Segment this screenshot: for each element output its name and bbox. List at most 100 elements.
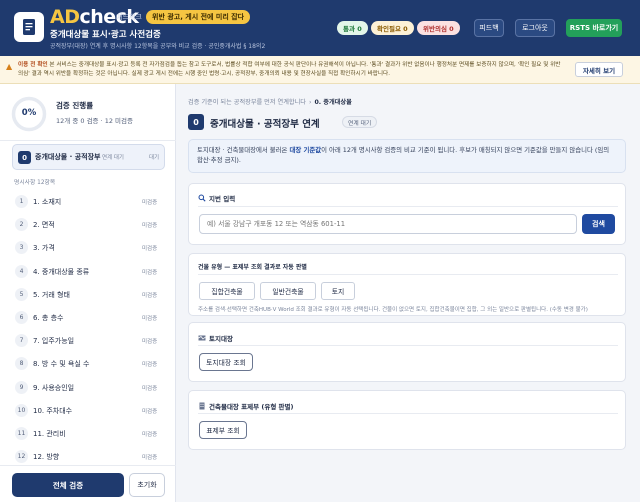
sidebar-item[interactable]: 4 4. 중개대상물 종류 미검증 — [12, 260, 165, 283]
run-all-button[interactable]: 전체 검증 — [12, 473, 124, 497]
type-option-land[interactable]: 토지 — [321, 282, 355, 300]
search-button[interactable]: 검색 — [582, 214, 615, 234]
section-title: 중개대상물 · 공적장부 연계 — [210, 119, 320, 130]
main-content: 검증 기준이 되는 공적장부를 먼저 연계합니다 › 0. 중개대상물 0 중개대상… — [176, 84, 640, 502]
progress-card: 0% 검증 진행률 12개 중 0 검증 · 12 미검증 — [10, 93, 166, 137]
sidebar-item[interactable]: 8 8. 방 수 및 욕실 수 미검증 — [12, 352, 165, 375]
sidebar-item-status: 미검증 — [142, 362, 158, 369]
check-count-badge: 확인필요 0 — [371, 21, 414, 35]
sidebar-item-status: 미검증 — [142, 339, 158, 346]
sidebar-item-status: 대기 — [149, 155, 160, 161]
sidebar-item[interactable]: 3 3. 가격 미검증 — [12, 236, 165, 259]
step-number: 8 — [15, 357, 28, 371]
building-ledger-card: 건축물대장 표제부 (유형 판별) 표제부 조회 — [188, 390, 626, 450]
land-ledger-lookup-button[interactable]: 토지대장 조회 — [199, 353, 253, 371]
progress-percent: 0% — [21, 108, 37, 118]
app-header: ADcheck 애드체크 위반 광고, 게시 전에 미리 잡다 중개대상물 표시… — [0, 0, 640, 56]
progress-summary: 12개 중 0 검증 · 12 미검증 — [56, 117, 134, 125]
sidebar-item-label: 12. 방향 — [33, 453, 60, 462]
step-number: 3 — [15, 241, 28, 255]
sidebar-item[interactable]: 6 6. 총 층수 미검증 — [12, 306, 165, 329]
breadcrumb: 검증 기준이 되는 공적장부를 먼저 연계합니다 › 0. 중개대상물 — [188, 99, 352, 106]
step-number: 0 — [188, 114, 204, 130]
sidebar-item-status: 미검증 — [142, 269, 158, 276]
sidebar-item-property[interactable]: 0 중개대상물 · 공적장부 연계 대기 대기 — [12, 144, 165, 170]
address-card-title: 지번 입력 — [198, 193, 235, 203]
sidebar-item-list: 1 1. 소재지 미검증 2 2. 면적 미검증 3 3. 가격 미검증 4 4. 중개대상물 종류… — [12, 190, 165, 468]
reset-button[interactable]: 초기화 — [129, 473, 165, 497]
building-ledger-title: 건축물대장 표제부 (유형 판별) — [198, 401, 294, 411]
address-card: 지번 입력 검색 — [188, 183, 626, 245]
sidebar-item-label: 1. 소재지 — [33, 198, 62, 206]
sidebar-item-label: 7. 입주가능일 — [33, 337, 75, 346]
rsts-link-button[interactable]: RSTS 바로가기 — [566, 19, 622, 37]
divider — [198, 206, 618, 207]
divider — [198, 413, 618, 414]
sidebar-item-label: 5. 거래 형태 — [33, 290, 70, 299]
address-input[interactable] — [199, 214, 577, 234]
violation-count-badge: 위반의심 0 — [417, 21, 460, 35]
brand-subtitle: 애드체크 — [116, 13, 142, 21]
type-option-general[interactable]: 일반건축물 — [260, 282, 316, 300]
sidebar-item-status: 미검증 — [142, 223, 158, 230]
step-number: 9 — [15, 380, 28, 394]
sidebar-item-label: 3. 가격 — [33, 244, 55, 253]
sidebar-item-status: 미검증 — [142, 408, 158, 415]
feedback-button[interactable]: 피드백 — [474, 19, 504, 37]
type-option-collective[interactable]: 집합건축물 — [199, 282, 255, 300]
sidebar-item-status: 미검증 — [142, 315, 158, 322]
sidebar-item[interactable]: 1 1. 소재지 미검증 — [12, 190, 165, 213]
step-number: 2 — [15, 218, 28, 232]
land-ledger-title: 토지대장 — [198, 333, 233, 343]
map-icon — [198, 335, 206, 341]
sidebar-item[interactable]: 10 10. 주차대수 미검증 — [12, 399, 165, 422]
sidebar-item-status: 미검증 — [142, 455, 158, 462]
land-ledger-card: 토지대장 토지대장 조회 — [188, 322, 626, 382]
divider — [198, 274, 618, 275]
sidebar-item-label: 8. 방 수 및 욕실 수 — [33, 360, 90, 369]
step-number: 4 — [15, 264, 28, 278]
section-label: 명시사항 12항목 — [14, 180, 56, 186]
step-number: 11 — [15, 426, 28, 440]
sidebar-item[interactable]: 5 5. 거래 형태 미검증 — [12, 283, 165, 306]
sidebar-item[interactable]: 2 2. 면적 미검증 — [12, 213, 165, 236]
building-icon — [199, 402, 205, 410]
step-number: 7 — [15, 334, 28, 348]
search-icon — [198, 194, 206, 202]
step-number: 10 — [15, 403, 28, 417]
sidebar-item-status: 미검증 — [142, 200, 158, 206]
progress-title: 검증 진행률 — [56, 101, 94, 110]
sidebar-item-label: 2. 면적 — [33, 221, 55, 230]
notice-banner: ▲ 이용 전 확인 본 서비스는 중개대상물 표시·광고 등록 전 자가점검을 … — [0, 56, 640, 84]
sidebar-item-label: 중개대상물 · 공적장부 — [35, 153, 101, 161]
divider — [0, 140, 176, 141]
divider — [0, 465, 176, 466]
tagline-badge: 위반 광고, 게시 전에 미리 잡다 — [146, 10, 251, 24]
header-description: 공적장부(대장) 연계 후 명시사항 12항목을 공부와 비교 검증 · 공인중… — [50, 43, 266, 50]
sidebar-item-label: 4. 중개대상물 종류 — [33, 267, 90, 276]
notice-details-button[interactable]: 자세히 보기 — [575, 62, 623, 77]
document-icon — [14, 12, 44, 42]
sidebar-item[interactable]: 7 7. 입주가능일 미검증 — [12, 329, 165, 352]
logout-button[interactable]: 로그아웃 — [515, 19, 555, 37]
step-number: 6 — [15, 310, 28, 324]
sidebar-item[interactable]: 11 11. 관리비 미검증 — [12, 422, 165, 445]
sidebar-item-status: 미검증 — [142, 292, 158, 299]
sidebar-item-label: 6. 총 층수 — [33, 313, 64, 322]
sidebar-item[interactable]: 9 9. 사용승인일 미검증 — [12, 376, 165, 399]
sidebar-item-label: 10. 주차대수 — [33, 406, 73, 415]
step-number: 12 — [15, 450, 28, 464]
warning-icon: ▲ — [6, 62, 13, 71]
sidebar-item-status: 미검증 — [142, 385, 158, 392]
sidebar: 0% 검증 진행률 12개 중 0 검증 · 12 미검증 0 중개대상물 · … — [0, 84, 176, 502]
type-hint: 주소를 검색·선택하면 건축HUB·V World 조회 결과로 유형이 자동 … — [198, 307, 588, 313]
notice-text: 이용 전 확인 본 서비스는 중개대상물 표시·광고 등록 전 자가점검을 돕는… — [18, 62, 561, 77]
sidebar-item-status: 미검증 — [142, 246, 158, 253]
title-section-lookup-button[interactable]: 표제부 조회 — [199, 421, 247, 439]
status-badge: 연계 대기 — [342, 116, 378, 128]
sidebar-item-label: 11. 관리비 — [33, 429, 66, 438]
step-number: 0 — [18, 151, 31, 164]
sidebar-item-sub: 연계 대기 — [102, 155, 124, 161]
step-number: 5 — [15, 287, 28, 301]
sidebar-item-label: 9. 사용승인일 — [33, 383, 75, 392]
